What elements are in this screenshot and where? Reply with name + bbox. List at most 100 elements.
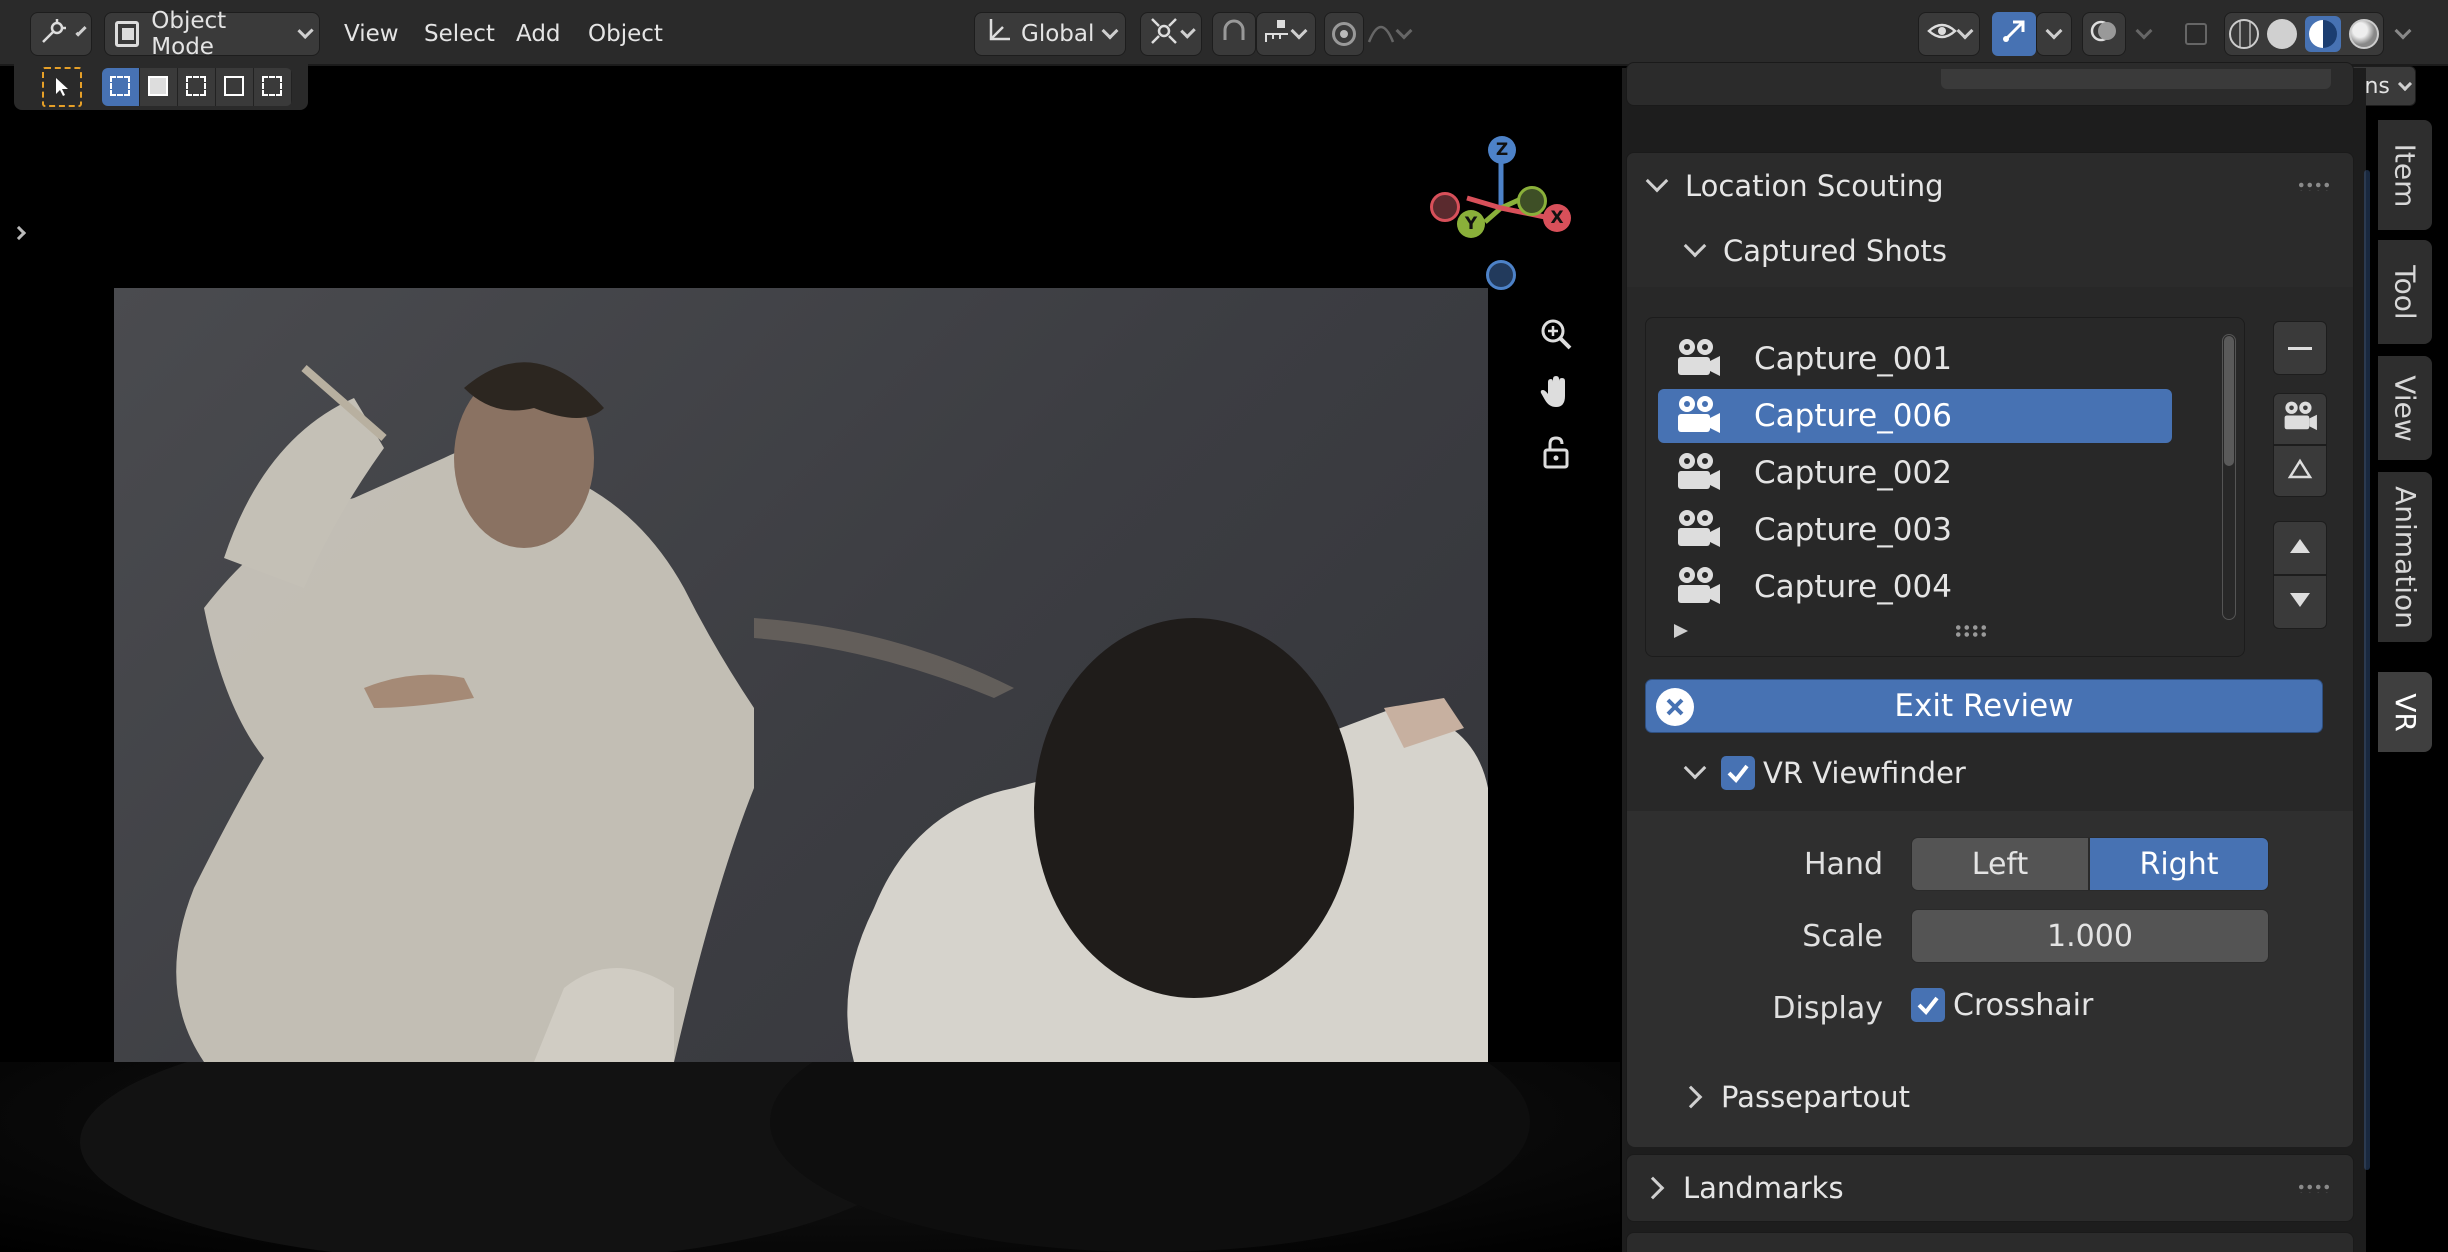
list-item-label: Capture_004 <box>1754 569 1952 605</box>
lock-icon[interactable] <box>1536 432 1576 472</box>
hand-right-option[interactable]: Right <box>2089 837 2269 891</box>
menu-select[interactable]: Select <box>424 14 495 54</box>
pivot-point-dropdown[interactable] <box>1140 12 1202 56</box>
camera-icon <box>1672 337 1724 381</box>
minus-icon <box>2288 346 2312 350</box>
shading-dropdown[interactable] <box>2388 12 2418 56</box>
sidebar-scrollbar[interactable] <box>2364 170 2370 1170</box>
captured-shots-header[interactable]: Captured Shots <box>1627 221 2353 281</box>
menu-object[interactable]: Object <box>588 14 663 54</box>
camera-view-button[interactable] <box>2273 393 2327 445</box>
select-intersect-mode-icon[interactable] <box>254 68 292 106</box>
scale-field[interactable]: 1.000 <box>1911 909 2269 963</box>
hand-label: Hand <box>1804 847 1883 882</box>
tab-tool[interactable]: Tool <box>2378 240 2432 344</box>
tab-view[interactable]: View <box>2378 356 2432 460</box>
solid-shading-icon[interactable] <box>2267 19 2297 49</box>
chevron-down-icon <box>2397 76 2412 91</box>
chevron-down-icon <box>1101 22 1119 40</box>
list-resize-grip-icon[interactable] <box>1954 624 1988 638</box>
triangle-outline-icon <box>2287 458 2313 484</box>
pan-hand-icon[interactable] <box>1536 372 1576 412</box>
editor-type-button[interactable] <box>30 12 92 56</box>
crosshair-toggle[interactable]: Crosshair <box>1911 983 2093 1027</box>
remove-item-button[interactable] <box>2273 321 2327 375</box>
falloff-dropdown[interactable] <box>1366 12 1426 56</box>
disclosure-closed-icon <box>1641 1176 1665 1200</box>
chevron-down-icon <box>75 25 87 37</box>
disclosure-open-icon <box>1645 169 1669 193</box>
passepartout-header[interactable]: Passepartout <box>1627 1067 2353 1127</box>
overlay-dropdown[interactable] <box>2126 12 2162 56</box>
crosshair-label: Crosshair <box>1953 987 2094 1023</box>
xray-toggle[interactable] <box>2176 12 2216 56</box>
overlay-toggle[interactable] <box>2082 12 2126 56</box>
transform-orientation-dropdown[interactable]: Global <box>974 12 1126 56</box>
chevron-down-icon <box>297 22 314 40</box>
vr-viewfinder-title: VR Viewfinder <box>1763 756 1966 790</box>
wireframe-shading-icon[interactable] <box>2229 19 2259 49</box>
vr-viewfinder-checkbox[interactable] <box>1721 756 1755 790</box>
gizmo-z-axis[interactable]: Z <box>1488 136 1516 164</box>
viewport-header: Object Mode View Select Add Object Globa… <box>0 0 2448 66</box>
landmarks-header[interactable]: Landmarks <box>1627 1155 2353 1221</box>
falloff-curve-icon <box>1366 16 1396 52</box>
vr-viewfinder-header[interactable]: VR Viewfinder <box>1627 743 2353 803</box>
orientation-icon <box>983 16 1013 52</box>
camera-icon <box>1672 565 1724 609</box>
tab-item[interactable]: Item <box>2378 120 2432 230</box>
move-up-button[interactable] <box>2273 521 2327 575</box>
visibility-dropdown[interactable] <box>1918 12 1980 56</box>
selection-mode-group <box>102 68 292 106</box>
list-item[interactable]: Capture_001 <box>1658 332 2172 386</box>
gizmo-neg-x-axis[interactable] <box>1430 192 1460 222</box>
list-item[interactable]: Capture_004 <box>1658 560 2172 614</box>
camera-icon <box>2280 400 2320 438</box>
drag-grip-icon[interactable] <box>2297 1183 2331 1193</box>
gizmo-neg-z-axis[interactable] <box>1486 260 1516 290</box>
material-shading-icon[interactable] <box>2305 16 2341 52</box>
move-down-button[interactable] <box>2273 575 2327 629</box>
tab-vr[interactable]: VR <box>2378 672 2432 752</box>
menu-add[interactable]: Add <box>516 14 561 54</box>
gizmo-neg-y-axis[interactable] <box>1517 186 1547 216</box>
object-mode-icon <box>115 21 140 47</box>
select-extend-mode-icon[interactable] <box>140 68 178 106</box>
select-new-mode-icon[interactable] <box>102 68 140 106</box>
rendered-shading-icon[interactable] <box>2349 19 2379 49</box>
select-invert-mode-icon[interactable] <box>216 68 254 106</box>
location-scouting-header[interactable]: Location Scouting <box>1627 153 2353 219</box>
passepartout-title: Passepartout <box>1721 1080 1910 1114</box>
tab-animation[interactable]: Animation <box>2378 472 2432 642</box>
snap-toggle[interactable] <box>1212 12 1256 56</box>
list-scrollbar-thumb[interactable] <box>2224 336 2234 466</box>
select-subtract-mode-icon[interactable] <box>178 68 216 106</box>
select-tool-icon[interactable] <box>42 67 82 107</box>
camera-background-image <box>114 288 1488 1062</box>
drag-grip-icon[interactable] <box>2297 181 2331 191</box>
hand-left-option[interactable]: Left <box>1911 837 2089 891</box>
list-filter-toggle-icon[interactable] <box>1674 624 1688 638</box>
chevron-down-icon <box>1290 22 1308 40</box>
gizmo-dropdown[interactable] <box>2036 12 2072 56</box>
captured-shots-list[interactable]: Capture_001 Capture_006 Capture_002 Capt… <box>1645 317 2245 657</box>
gizmo-y-axis[interactable]: Y <box>1457 210 1485 238</box>
panel-below <box>1626 1232 2354 1252</box>
list-item[interactable]: Capture_002 <box>1658 446 2172 500</box>
gizmo-toggle[interactable] <box>1992 12 2036 56</box>
snap-target-dropdown[interactable] <box>1256 12 1316 56</box>
zoom-icon[interactable] <box>1536 314 1576 354</box>
camera-icon <box>1672 508 1724 552</box>
capture-shot-button[interactable] <box>2273 445 2327 497</box>
pivot-icon <box>1149 16 1179 52</box>
orientation-label: Global <box>1021 21 1095 47</box>
mode-selector[interactable]: Object Mode <box>104 8 320 60</box>
gizmo-x-axis[interactable]: X <box>1543 204 1571 232</box>
crosshair-checkbox[interactable] <box>1911 988 1945 1022</box>
list-item-active[interactable]: Capture_006 <box>1658 389 2172 443</box>
toolbar-expand-icon[interactable] <box>11 225 27 241</box>
menu-view[interactable]: View <box>344 14 399 54</box>
list-item[interactable]: Capture_003 <box>1658 503 2172 557</box>
proportional-edit-toggle[interactable] <box>1324 12 1364 56</box>
exit-review-button[interactable]: Exit Review <box>1645 679 2323 733</box>
